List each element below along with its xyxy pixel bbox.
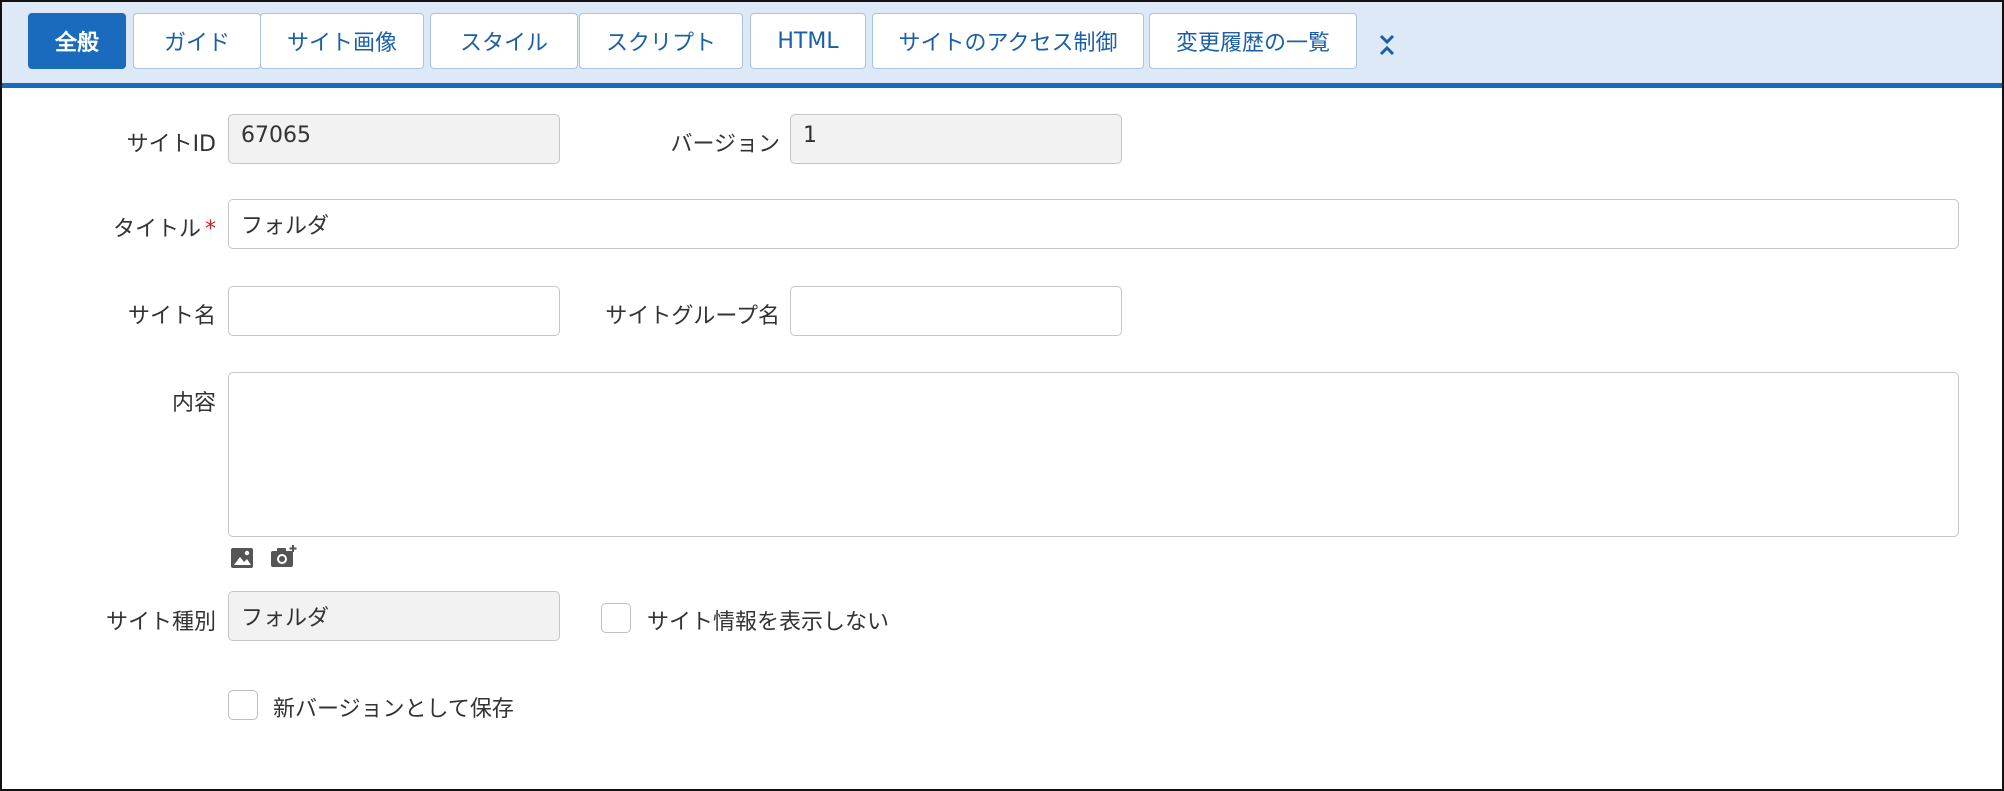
tab-script[interactable]: スクリプト — [579, 13, 743, 69]
tab-style[interactable]: スタイル — [430, 13, 578, 69]
site-group-name-label: サイトグループ名 — [605, 304, 780, 329]
tab-change-history[interactable]: 変更履歴の一覧 — [1149, 13, 1357, 69]
chevron-collapse-expand-icon[interactable] — [1374, 30, 1400, 60]
tab-html[interactable]: HTML — [750, 13, 866, 69]
tab-site-access-control[interactable]: サイトのアクセス制御 — [872, 13, 1144, 69]
site-type-label: サイト種別 — [105, 610, 216, 635]
site-id-field: 67065 — [228, 114, 560, 164]
tab-bar: 全般 ガイド サイト画像 スタイル スクリプト HTML サイトのアクセス制御 … — [2, 2, 2002, 88]
site-name-input[interactable] — [228, 286, 560, 336]
site-id-label: サイトID — [126, 132, 216, 157]
site-type-field: フォルダ — [228, 591, 560, 641]
save-as-new-version-checkbox[interactable] — [228, 690, 258, 720]
image-icon[interactable] — [230, 547, 254, 569]
tab-guide[interactable]: ガイド — [133, 13, 261, 69]
title-input[interactable]: フォルダ — [228, 199, 1959, 249]
tab-general[interactable]: 全般 — [28, 13, 126, 69]
content-label: 内容 — [171, 391, 216, 416]
tab-site-image[interactable]: サイト画像 — [260, 13, 424, 69]
hide-site-info-label: サイト情報を表示しない — [647, 610, 890, 635]
site-group-name-input[interactable] — [790, 286, 1122, 336]
camera-add-icon[interactable] — [270, 544, 298, 569]
site-settings-panel: 全般 ガイド サイト画像 スタイル スクリプト HTML サイトのアクセス制御 … — [0, 0, 2004, 791]
title-label: タイトル * — [62, 211, 216, 243]
site-name-label: サイト名 — [127, 304, 216, 329]
hide-site-info-checkbox[interactable] — [601, 603, 631, 633]
required-mark: * — [205, 217, 216, 242]
version-field: 1 — [790, 114, 1122, 164]
title-label-text: タイトル — [112, 217, 201, 242]
save-as-new-version-label: 新バージョンとして保存 — [273, 697, 514, 722]
version-label: バージョン — [670, 132, 780, 157]
content-textarea[interactable] — [228, 372, 1959, 537]
